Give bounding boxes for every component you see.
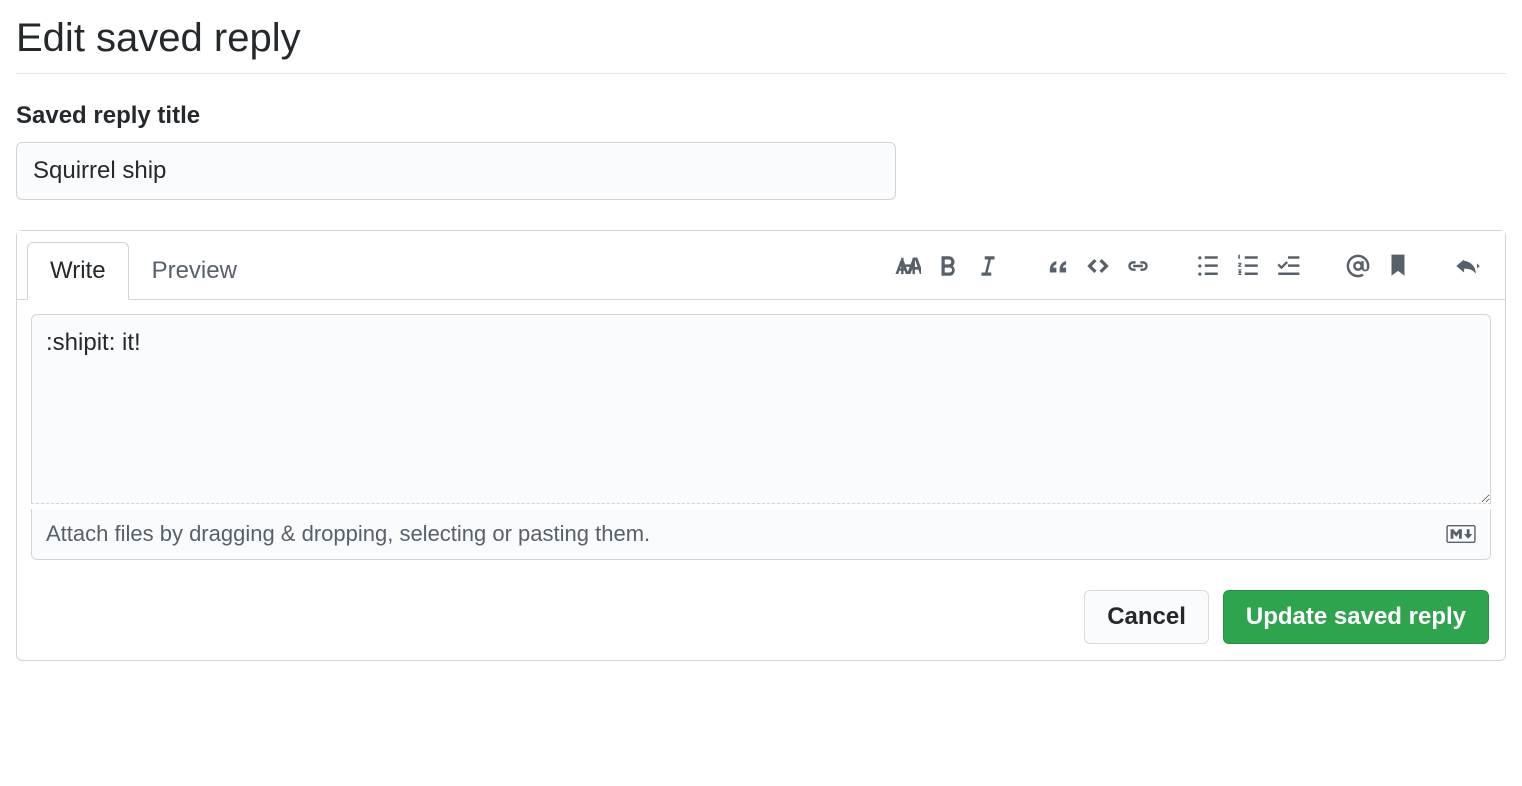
heading-icon[interactable]: AA bbox=[891, 249, 925, 283]
attach-row[interactable]: Attach files by dragging & dropping, sel… bbox=[31, 509, 1491, 560]
link-icon[interactable] bbox=[1121, 249, 1155, 283]
toolbar-group-reply bbox=[1451, 249, 1485, 283]
reply-icon[interactable] bbox=[1451, 249, 1485, 283]
task-list-icon[interactable] bbox=[1271, 249, 1305, 283]
bold-icon[interactable] bbox=[931, 249, 965, 283]
toolbar-group-mention bbox=[1341, 249, 1415, 283]
toolbar-group-list bbox=[1191, 249, 1305, 283]
title-label: Saved reply title bbox=[16, 102, 1506, 130]
form-actions: Cancel Update saved reply bbox=[17, 574, 1505, 660]
saved-replies-icon[interactable] bbox=[1381, 249, 1415, 283]
editor-body-wrap: Attach files by dragging & dropping, sel… bbox=[17, 300, 1505, 574]
code-icon[interactable] bbox=[1081, 249, 1115, 283]
cancel-button[interactable]: Cancel bbox=[1084, 590, 1209, 644]
editor-tabnav: Write Preview AA bbox=[17, 231, 1505, 300]
editor: Write Preview AA bbox=[16, 230, 1506, 661]
attach-hint: Attach files by dragging & dropping, sel… bbox=[46, 521, 650, 547]
body-textarea[interactable] bbox=[31, 314, 1491, 504]
editor-toolbar: AA bbox=[861, 249, 1495, 291]
italic-icon[interactable] bbox=[971, 249, 1005, 283]
quote-icon[interactable] bbox=[1041, 249, 1075, 283]
tab-preview[interactable]: Preview bbox=[129, 242, 260, 300]
title-input[interactable] bbox=[16, 142, 896, 200]
svg-text:A: A bbox=[906, 253, 921, 279]
tab-write[interactable]: Write bbox=[27, 242, 129, 300]
ordered-list-icon[interactable] bbox=[1231, 249, 1265, 283]
divider bbox=[16, 73, 1506, 74]
markdown-icon[interactable] bbox=[1446, 525, 1476, 543]
unordered-list-icon[interactable] bbox=[1191, 249, 1225, 283]
submit-button[interactable]: Update saved reply bbox=[1223, 590, 1489, 644]
toolbar-group-quote bbox=[1041, 249, 1155, 283]
page-title: Edit saved reply bbox=[16, 16, 1506, 61]
toolbar-group-text: AA bbox=[891, 249, 1005, 283]
mention-icon[interactable] bbox=[1341, 249, 1375, 283]
editor-tabs: Write Preview bbox=[27, 241, 260, 299]
